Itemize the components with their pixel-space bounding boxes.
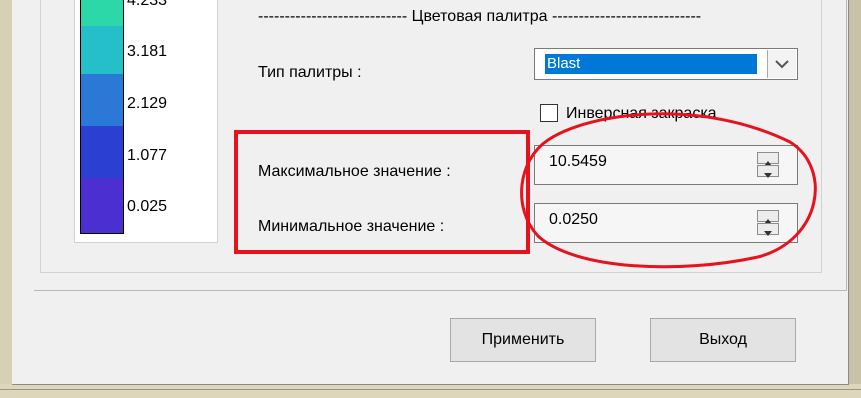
annotation-highlight-ellipse bbox=[520, 112, 817, 269]
